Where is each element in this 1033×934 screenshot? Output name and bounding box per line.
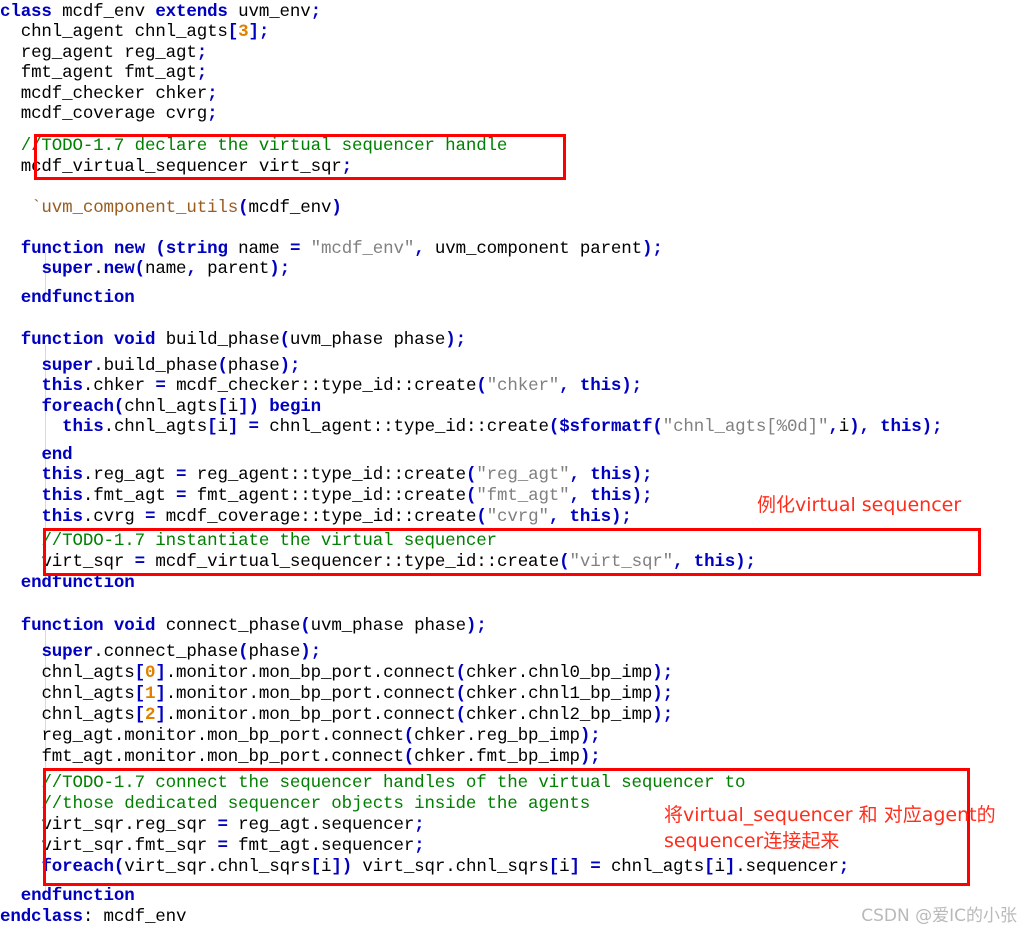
code-line: //TODO-1.7 declare the virtual sequencer…	[20, 136, 508, 156]
code-line: virt_sqr.fmt_sqr = fmt_agt.sequencer;	[41, 836, 425, 856]
code-line: function void connect_phase(uvm_phase ph…	[20, 616, 487, 636]
code-line: endfunction	[20, 573, 135, 593]
code-line: foreach(virt_sqr.chnl_sqrs[i]) virt_sqr.…	[41, 857, 850, 877]
code-line: mcdf_coverage cvrg;	[20, 104, 218, 124]
code-line: end	[41, 445, 73, 465]
annotation-instantiate-virtual-sequencer: 例化virtual sequencer	[757, 494, 962, 516]
code-line: //those dedicated sequencer objects insi…	[41, 794, 591, 814]
code-line: `uvm_component_utils(mcdf_env)	[31, 198, 342, 218]
code-line: class mcdf_env extends uvm_env;	[0, 2, 321, 22]
code-line: endfunction	[20, 886, 135, 906]
code-line: chnl_agts[0].monitor.mon_bp_port.connect…	[41, 663, 674, 683]
code-line: this.reg_agt = reg_agent::type_id::creat…	[41, 465, 653, 485]
csdn-watermark: CSDN @爱IC的小张	[861, 906, 1017, 926]
code-line: endclass: mcdf_env	[0, 907, 187, 927]
code-line: function new (string name = "mcdf_env", …	[20, 239, 663, 259]
code-line: super.connect_phase(phase);	[41, 642, 321, 662]
code-line: chnl_agts[1].monitor.mon_bp_port.connect…	[41, 684, 674, 704]
code-line: reg_agt.monitor.mon_bp_port.connect(chke…	[41, 726, 601, 746]
code-line: chnl_agts[2].monitor.mon_bp_port.connect…	[41, 705, 674, 725]
code-line: this.chnl_agts[i] = chnl_agent::type_id:…	[62, 417, 943, 437]
code-line: this.cvrg = mcdf_coverage::type_id::crea…	[41, 507, 632, 527]
code-line: super.new(name, parent);	[41, 259, 290, 279]
code-line: this.chker = mcdf_checker::type_id::crea…	[41, 376, 643, 396]
code-line: foreach(chnl_agts[i]) begin	[41, 397, 321, 417]
code-line: function void build_phase(uvm_phase phas…	[20, 330, 466, 350]
code-line: super.build_phase(phase);	[41, 356, 301, 376]
annotation-connect-virtual-sequencer: 将virtual_sequencer 和 对应agent的 sequencer连…	[664, 804, 996, 852]
code-line: endfunction	[20, 288, 135, 308]
code-viewer: class mcdf_env extends uvm_env; chnl_age…	[0, 0, 1033, 934]
code-line: virt_sqr = mcdf_virtual_sequencer::type_…	[41, 552, 756, 572]
code-line: //TODO-1.7 instantiate the virtual seque…	[41, 531, 497, 551]
code-line: fmt_agent fmt_agt;	[20, 63, 208, 83]
code-line: mcdf_checker chker;	[20, 84, 218, 104]
code-line: chnl_agent chnl_agts[3];	[20, 22, 270, 42]
code-line: fmt_agt.monitor.mon_bp_port.connect(chke…	[41, 747, 601, 767]
code-line: mcdf_virtual_sequencer virt_sqr;	[20, 157, 353, 177]
code-line: virt_sqr.reg_sqr = reg_agt.sequencer;	[41, 815, 425, 835]
code-line: this.fmt_agt = fmt_agent::type_id::creat…	[41, 486, 653, 506]
code-line: reg_agent reg_agt;	[20, 43, 208, 63]
code-line: //TODO-1.7 connect the sequencer handles…	[41, 773, 746, 793]
